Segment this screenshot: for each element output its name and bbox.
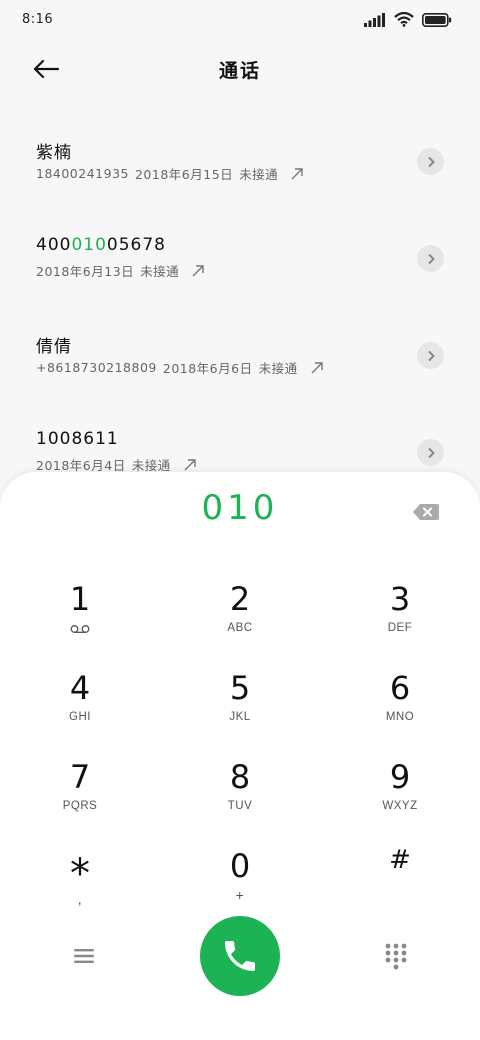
key-digit: 5 bbox=[229, 669, 251, 707]
chevron-right-icon bbox=[427, 156, 435, 167]
call-log-item[interactable]: 紫楠 18400241935 2018年6月15日 未接通 bbox=[0, 118, 480, 215]
call-detail-button[interactable] bbox=[417, 245, 444, 272]
chevron-right-icon bbox=[427, 350, 435, 361]
key-2[interactable]: 2 ABC bbox=[160, 576, 320, 665]
key-digit: 8 bbox=[229, 758, 251, 796]
key-digit: 4 bbox=[69, 669, 91, 707]
call-detail-button[interactable] bbox=[417, 342, 444, 369]
call-status: 未接通 bbox=[239, 167, 279, 182]
key-8[interactable]: 8 TUV bbox=[160, 754, 320, 843]
arrow-up-right-icon bbox=[310, 361, 324, 375]
key-letters: DEF bbox=[387, 622, 413, 634]
keypad-icon bbox=[385, 943, 407, 970]
call-number-name: 40001005678 bbox=[36, 235, 166, 255]
key-1[interactable]: 1 bbox=[0, 576, 160, 665]
phone-icon bbox=[225, 941, 255, 971]
key-letters: ABC bbox=[227, 622, 253, 634]
key-digit: 7 bbox=[69, 758, 91, 796]
status-bar: 8:16 bbox=[0, 0, 480, 40]
key-letters: GHI bbox=[69, 711, 91, 723]
call-number-name: 1008611 bbox=[36, 429, 119, 449]
key-9[interactable]: 9 WXYZ bbox=[320, 754, 480, 843]
call-log-item[interactable]: 倩倩 +8618730218809 2018年6月6日 未接通 bbox=[0, 312, 480, 409]
call-number: 18400241935 bbox=[36, 166, 129, 181]
status-time: 8:16 bbox=[22, 12, 54, 27]
match-highlight: 010 bbox=[71, 235, 107, 255]
menu-button[interactable] bbox=[70, 942, 98, 970]
call-date: 2018年6月15日 bbox=[134, 167, 234, 182]
call-meta: 2018年6月13日 未接通 bbox=[36, 261, 205, 280]
key-letters: TUV bbox=[227, 800, 253, 812]
key-letters: PQRS bbox=[62, 800, 98, 812]
backspace-icon bbox=[413, 504, 439, 520]
chevron-right-icon bbox=[427, 253, 435, 264]
key-letters: + bbox=[235, 887, 245, 903]
call-status: 未接通 bbox=[258, 361, 298, 376]
dialpad-panel: 010 1 2 ABC 3 DEF 4 GHI 5 JKL 6 MNO 7 PQ… bbox=[0, 472, 480, 1040]
dialpad-bottom-bar bbox=[0, 916, 480, 996]
arrow-up-right-icon bbox=[191, 264, 205, 278]
key-letters: , bbox=[77, 891, 83, 907]
voicemail-icon bbox=[0, 624, 160, 634]
battery-icon bbox=[422, 12, 452, 31]
key-6[interactable]: 6 MNO bbox=[320, 665, 480, 754]
key-digit: 0 bbox=[229, 847, 251, 885]
signal-icon bbox=[364, 12, 386, 31]
key-7[interactable]: 7 PQRS bbox=[0, 754, 160, 843]
call-detail-button[interactable] bbox=[417, 148, 444, 175]
header: 通话 bbox=[0, 44, 480, 94]
wifi-icon bbox=[394, 11, 414, 31]
key-3[interactable]: 3 DEF bbox=[320, 576, 480, 665]
call-button[interactable] bbox=[200, 916, 280, 996]
call-date: 2018年6月6日 bbox=[162, 361, 253, 376]
call-date: 2018年6月13日 bbox=[36, 264, 135, 279]
call-meta: +8618730218809 2018年6月6日 未接通 bbox=[36, 358, 324, 377]
key-digit: 1 bbox=[69, 580, 91, 618]
call-contact-name: 紫楠 bbox=[36, 143, 72, 163]
call-meta: 18400241935 2018年6月15日 未接通 bbox=[36, 164, 304, 183]
call-contact-name: 倩倩 bbox=[36, 337, 72, 357]
call-detail-button[interactable] bbox=[417, 439, 444, 466]
call-log-item[interactable]: 40001005678 2018年6月13日 未接通 bbox=[0, 215, 480, 312]
call-number: +8618730218809 bbox=[36, 360, 157, 375]
call-log-list: 紫楠 18400241935 2018年6月15日 未接通 4000100567… bbox=[0, 118, 480, 506]
arrow-up-right-icon bbox=[290, 167, 304, 181]
key-letters: WXYZ bbox=[382, 800, 418, 812]
phone-screen: 8:16 通话 紫楠 18400241935 2018年6月15日 未接通 40… bbox=[0, 0, 480, 1040]
dialed-number-display: 010 bbox=[201, 488, 279, 528]
key-digit: 3 bbox=[389, 580, 411, 618]
dialpad-keys: 1 2 ABC 3 DEF 4 GHI 5 JKL 6 MNO 7 PQRS 8… bbox=[0, 576, 480, 932]
key-digit: # bbox=[389, 845, 411, 875]
menu-icon bbox=[74, 949, 94, 963]
call-status: 未接通 bbox=[140, 264, 180, 279]
key-digit: 9 bbox=[389, 758, 411, 796]
backspace-button[interactable] bbox=[412, 502, 440, 522]
key-letters: MNO bbox=[385, 711, 415, 723]
arrow-up-right-icon bbox=[183, 458, 197, 472]
key-5[interactable]: 5 JKL bbox=[160, 665, 320, 754]
keypad-toggle-button[interactable] bbox=[384, 942, 408, 970]
key-4[interactable]: 4 GHI bbox=[0, 665, 160, 754]
chevron-right-icon bbox=[427, 447, 435, 458]
key-digit: 2 bbox=[229, 580, 251, 618]
key-digit: 6 bbox=[389, 669, 411, 707]
key-letters: JKL bbox=[229, 711, 251, 723]
status-icons bbox=[364, 11, 452, 31]
page-title: 通话 bbox=[218, 60, 261, 82]
